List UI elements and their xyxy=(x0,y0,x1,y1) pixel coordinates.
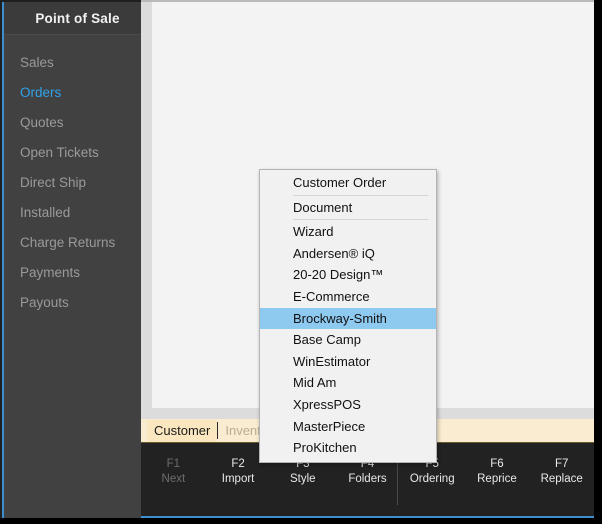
menu-item-label: XpressPOS xyxy=(293,396,361,412)
point-of-sale-window: Customer Inventory F1 Next F2 Import F3 … xyxy=(0,0,602,524)
menu-separator xyxy=(293,219,428,221)
fkey-f3-style[interactable]: F3 Style xyxy=(270,457,335,516)
fkey-f7-replace[interactable]: F7 Replace xyxy=(529,457,594,516)
menu-item-label: Base Camp xyxy=(293,332,361,348)
fkey-f3-label: Style xyxy=(290,473,316,485)
sidebar-item-label: Open Tickets xyxy=(20,145,99,160)
menu-item-brockway-smith[interactable]: Brockway-Smith xyxy=(260,307,436,330)
menu-item-label: 20-20 Design™ xyxy=(293,267,384,283)
fkey-f7-key: F7 xyxy=(554,458,569,470)
fkey-f5-label: Ordering xyxy=(409,473,455,485)
menu-item-label: WinEstimator xyxy=(293,353,371,369)
menu-item-label: Brockway-Smith xyxy=(293,310,387,326)
sidebar-item-sales[interactable]: Sales xyxy=(4,48,141,78)
fkey-f4-folders[interactable]: F4 Folders xyxy=(335,457,400,516)
sidebar-item-payouts[interactable]: Payouts xyxy=(4,288,141,318)
new-order-context-menu: Customer Order Document Wizard Andersen®… xyxy=(259,169,437,463)
menu-item-label: Mid Am xyxy=(293,375,337,391)
menu-item-label: Document xyxy=(293,199,353,215)
sidebar-item-label: Charge Returns xyxy=(20,235,116,250)
menu-item-masterpiece[interactable]: MasterPiece xyxy=(260,416,436,438)
fkey-f6-reprice[interactable]: F6 Reprice xyxy=(465,457,530,516)
fkey-f7-label: Replace xyxy=(540,473,583,485)
sidebar-item-label: Direct Ship xyxy=(20,175,87,190)
window-right-border xyxy=(594,0,602,524)
menu-item-prokitchen[interactable]: ProKitchen xyxy=(260,437,436,459)
sidebar-item-direct-ship[interactable]: Direct Ship xyxy=(4,168,141,198)
menu-item-e-commerce[interactable]: E-Commerce xyxy=(260,286,436,308)
menu-item-customer-order[interactable]: Customer Order xyxy=(260,172,436,194)
fkey-f5-ordering[interactable]: F5 Ordering xyxy=(400,457,465,516)
menu-item-xpresspos[interactable]: XpressPOS xyxy=(260,394,436,416)
fkey-f2-import[interactable]: F2 Import xyxy=(206,457,271,516)
page-title: Point of Sale xyxy=(35,10,120,26)
sidebar-item-label: Sales xyxy=(20,55,54,70)
menu-item-label: Andersen® iQ xyxy=(293,245,375,261)
sidebar-item-installed[interactable]: Installed xyxy=(4,198,141,228)
sidebar-header: Point of Sale xyxy=(4,2,141,35)
sidebar-item-label: Quotes xyxy=(20,115,64,130)
sidebar-item-orders[interactable]: Orders xyxy=(4,78,141,108)
sidebar-item-label: Orders xyxy=(20,85,62,100)
fkey-f4-label: Folders xyxy=(348,473,387,485)
fkey-f1-label: Next xyxy=(161,473,186,485)
sidebar-item-payments[interactable]: Payments xyxy=(4,258,141,288)
window-bottom-border xyxy=(0,518,602,524)
menu-item-winestimator[interactable]: WinEstimator xyxy=(260,351,436,373)
menu-item-label: E-Commerce xyxy=(293,288,370,304)
menu-item-mid-am[interactable]: Mid Am xyxy=(260,372,436,394)
fkey-f6-label: Reprice xyxy=(477,473,517,485)
fkey-f1-key: F1 xyxy=(166,458,181,470)
sidebar-item-label: Installed xyxy=(20,205,71,220)
sidebar-item-label: Payments xyxy=(20,265,81,280)
tab-customer[interactable]: Customer xyxy=(147,419,218,442)
sidebar-item-open-tickets[interactable]: Open Tickets xyxy=(4,138,141,168)
sidebar: Point of Sale Sales Orders Quotes Open T… xyxy=(2,2,141,518)
tab-customer-label: Customer xyxy=(154,422,211,438)
sidebar-item-charge-returns[interactable]: Charge Returns xyxy=(4,228,141,258)
sidebar-item-label: Payouts xyxy=(20,295,69,310)
menu-item-base-camp[interactable]: Base Camp xyxy=(260,329,436,351)
menu-item-label: Customer Order xyxy=(293,175,387,190)
fkey-f1-next[interactable]: F1 Next xyxy=(141,457,206,516)
fkey-f6-key: F6 xyxy=(490,458,504,470)
menu-item-document[interactable]: Document xyxy=(260,197,436,219)
menu-item-label: ProKitchen xyxy=(293,440,357,456)
menu-item-20-20-design[interactable]: 20-20 Design™ xyxy=(260,264,436,286)
sidebar-item-quotes[interactable]: Quotes xyxy=(4,108,141,138)
menu-item-label: MasterPiece xyxy=(293,418,366,434)
sidebar-nav: Sales Orders Quotes Open Tickets Direct … xyxy=(4,35,141,318)
content-top-hairline xyxy=(141,0,594,2)
fkey-f2-label: Import xyxy=(221,473,255,485)
menu-item-andersen-iq[interactable]: Andersen® iQ xyxy=(260,243,436,265)
menu-item-label: Wizard xyxy=(293,224,334,240)
menu-separator xyxy=(293,194,428,196)
menu-item-wizard[interactable]: Wizard xyxy=(260,221,436,243)
